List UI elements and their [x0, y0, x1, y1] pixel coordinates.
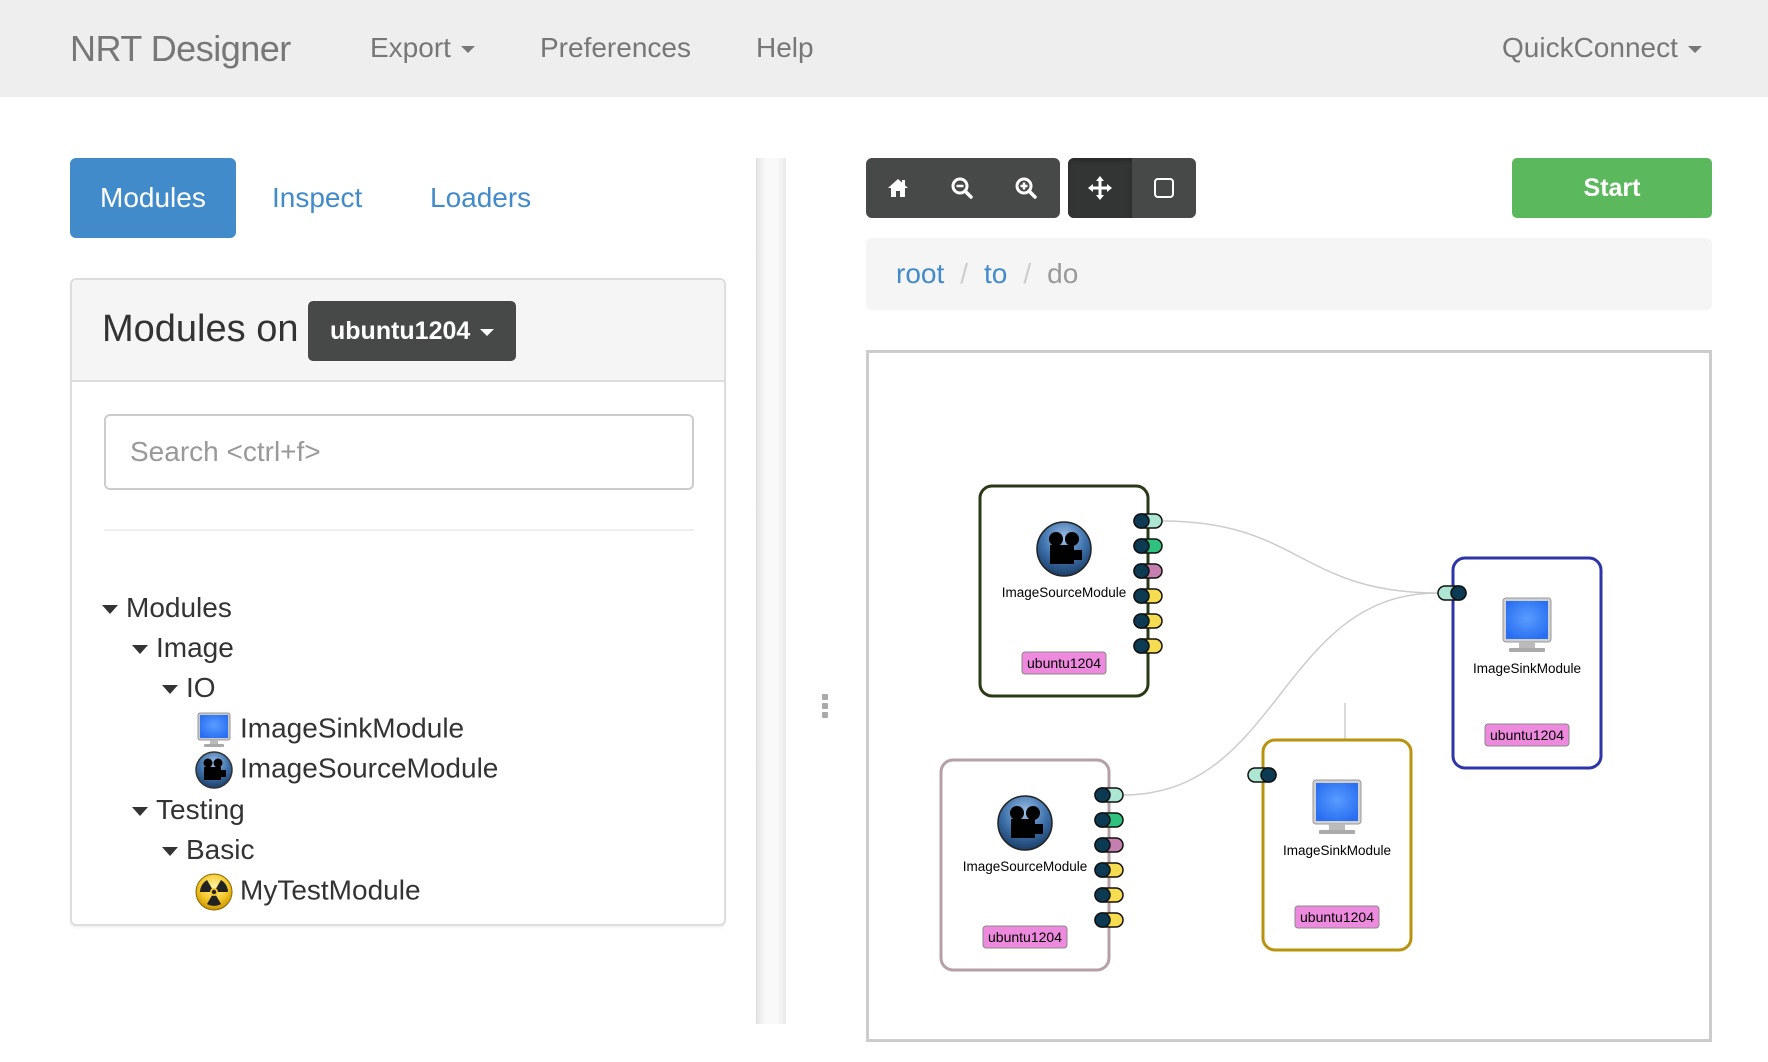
- tree-node-modules[interactable]: Modules: [102, 590, 232, 626]
- output-port[interactable]: [1094, 912, 1124, 928]
- panel-title: Modules on: [102, 308, 299, 350]
- tree-node-image[interactable]: Image: [132, 630, 234, 666]
- tree-node-label: Basic: [186, 834, 255, 865]
- nav-quickconnect-menu[interactable]: QuickConnect: [1502, 32, 1702, 64]
- breadcrumb-separator: /: [1023, 258, 1032, 289]
- tree-node-label: IO: [186, 672, 216, 703]
- expand-triangle-icon[interactable]: [132, 645, 148, 655]
- zoom-out-icon: [951, 177, 973, 199]
- modules-panel: Modules on ubuntu1204 Modules Image IO I…: [70, 278, 726, 926]
- breadcrumb-root[interactable]: root: [896, 258, 944, 289]
- breadcrumb-to[interactable]: to: [984, 258, 1007, 289]
- expand-triangle-icon[interactable]: [102, 605, 118, 615]
- mode-button-group: [1068, 158, 1196, 218]
- home-icon: [888, 179, 908, 197]
- video-camera-icon: [195, 751, 233, 789]
- host-badge-label: ubuntu1204: [1027, 655, 1101, 671]
- output-port[interactable]: [1094, 787, 1124, 803]
- graph-node-imagesinkmodule[interactable]: ImageSinkModule ubuntu1204: [1247, 738, 1413, 952]
- brand-title[interactable]: NRT Designer: [70, 28, 291, 70]
- expand-triangle-icon[interactable]: [132, 807, 148, 817]
- square-icon: [1154, 178, 1174, 198]
- breadcrumb-separator: /: [960, 258, 969, 289]
- zoom-in-button[interactable]: [994, 158, 1058, 218]
- tree-node-label: ImageSinkModule: [240, 712, 465, 744]
- output-port[interactable]: [1094, 812, 1124, 828]
- panel-heading: Modules on ubuntu1204: [72, 280, 724, 382]
- node-label: ImageSourceModule: [963, 859, 1088, 874]
- breadcrumb: root / to / do: [866, 238, 1712, 310]
- tree-node-label: ImageSourceModule: [240, 752, 499, 784]
- nav-quickconnect-label: QuickConnect: [1502, 32, 1678, 63]
- module-search-input[interactable]: [104, 414, 694, 490]
- node-label: ImageSinkModule: [1473, 661, 1581, 676]
- output-port[interactable]: [1133, 563, 1163, 579]
- connection-edge[interactable]: [1161, 520, 1439, 594]
- output-port[interactable]: [1133, 613, 1163, 629]
- node-label: ImageSinkModule: [1283, 843, 1391, 858]
- tree-node-testing[interactable]: Testing: [132, 792, 245, 828]
- host-badge-label: ubuntu1204: [1300, 909, 1374, 925]
- caret-down-icon: [1687, 46, 1702, 54]
- tab-loaders[interactable]: Loaders: [400, 158, 561, 238]
- navbar: NRT Designer Export Preferences Help Qui…: [0, 0, 1768, 97]
- zoom-in-icon: [1015, 177, 1037, 199]
- resize-grip-icon[interactable]: [822, 694, 829, 718]
- tree-node-basic[interactable]: Basic: [162, 832, 254, 868]
- host-selector-dropdown[interactable]: ubuntu1204: [308, 301, 517, 361]
- nav-preferences[interactable]: Preferences: [540, 32, 691, 64]
- tree-node-label: MyTestModule: [240, 874, 421, 906]
- home-button[interactable]: [866, 158, 930, 218]
- nodes-layer: ImageSourceModuleubuntu1204 ImageSinkModu…: [939, 484, 1603, 972]
- tree-node-label: Image: [156, 632, 234, 663]
- output-port[interactable]: [1133, 638, 1163, 654]
- nav-help[interactable]: Help: [756, 32, 814, 64]
- host-badge-label: ubuntu1204: [988, 929, 1062, 945]
- output-port[interactable]: [1133, 538, 1163, 554]
- output-port[interactable]: [1094, 862, 1124, 878]
- input-port[interactable]: [1247, 767, 1277, 783]
- caret-down-icon: [460, 46, 475, 54]
- tree-leaf-mytestmodule[interactable]: MyTestModule: [194, 872, 421, 911]
- host-selector-label: ubuntu1204: [330, 317, 471, 345]
- expand-triangle-icon[interactable]: [162, 847, 178, 857]
- start-button[interactable]: Start: [1512, 158, 1712, 218]
- view-button-group: [866, 158, 1060, 218]
- video-camera-icon: [997, 795, 1053, 851]
- tree-leaf-imagesourcemodule[interactable]: ImageSourceModule: [194, 750, 499, 789]
- host-badge-label: ubuntu1204: [1490, 727, 1564, 743]
- output-port[interactable]: [1133, 513, 1163, 529]
- nav-export-menu[interactable]: Export: [370, 32, 475, 64]
- divider: [104, 529, 694, 531]
- monitor-icon: [197, 712, 231, 747]
- pan-mode-button[interactable]: [1068, 158, 1132, 218]
- select-mode-button[interactable]: [1132, 158, 1196, 218]
- panel-splitter[interactable]: [756, 158, 786, 1024]
- graph-node-imagesourcemodule[interactable]: ImageSourceModule ubuntu1204: [939, 758, 1124, 972]
- tab-modules[interactable]: Modules: [70, 158, 236, 238]
- input-port[interactable]: [1437, 585, 1467, 601]
- tree-leaf-imagesinkmodule[interactable]: ImageSinkModule: [194, 710, 465, 747]
- zoom-out-button[interactable]: [930, 158, 994, 218]
- graph-node-imagesinkmodule[interactable]: ImageSinkModule ubuntu1204: [1437, 556, 1603, 770]
- radiation-icon: [195, 873, 233, 911]
- move-icon: [1088, 176, 1112, 200]
- node-label: ImageSourceModule: [1002, 585, 1127, 600]
- expand-triangle-icon[interactable]: [162, 685, 178, 695]
- output-port[interactable]: [1133, 588, 1163, 604]
- tab-inspect[interactable]: Inspect: [242, 158, 392, 238]
- output-port[interactable]: [1094, 887, 1124, 903]
- breadcrumb-current: do: [1047, 258, 1079, 289]
- video-camera-icon: [1036, 521, 1092, 577]
- graph-node-imagesourcemodule[interactable]: ImageSourceModule ubuntu1204: [978, 484, 1163, 698]
- tree-node-label: Testing: [156, 794, 245, 825]
- graph-canvas[interactable]: ImageSourceModule ubuntu1204 ImageSinkModu…: [866, 350, 1712, 1042]
- graph-svg[interactable]: ImageSourceModuleubuntu1204 ImageSinkModu…: [869, 353, 1709, 1039]
- caret-down-icon: [480, 328, 495, 336]
- output-port[interactable]: [1094, 837, 1124, 853]
- tree-node-label: Modules: [126, 592, 232, 623]
- nav-export-label: Export: [370, 32, 451, 63]
- tree-node-io[interactable]: IO: [162, 670, 216, 706]
